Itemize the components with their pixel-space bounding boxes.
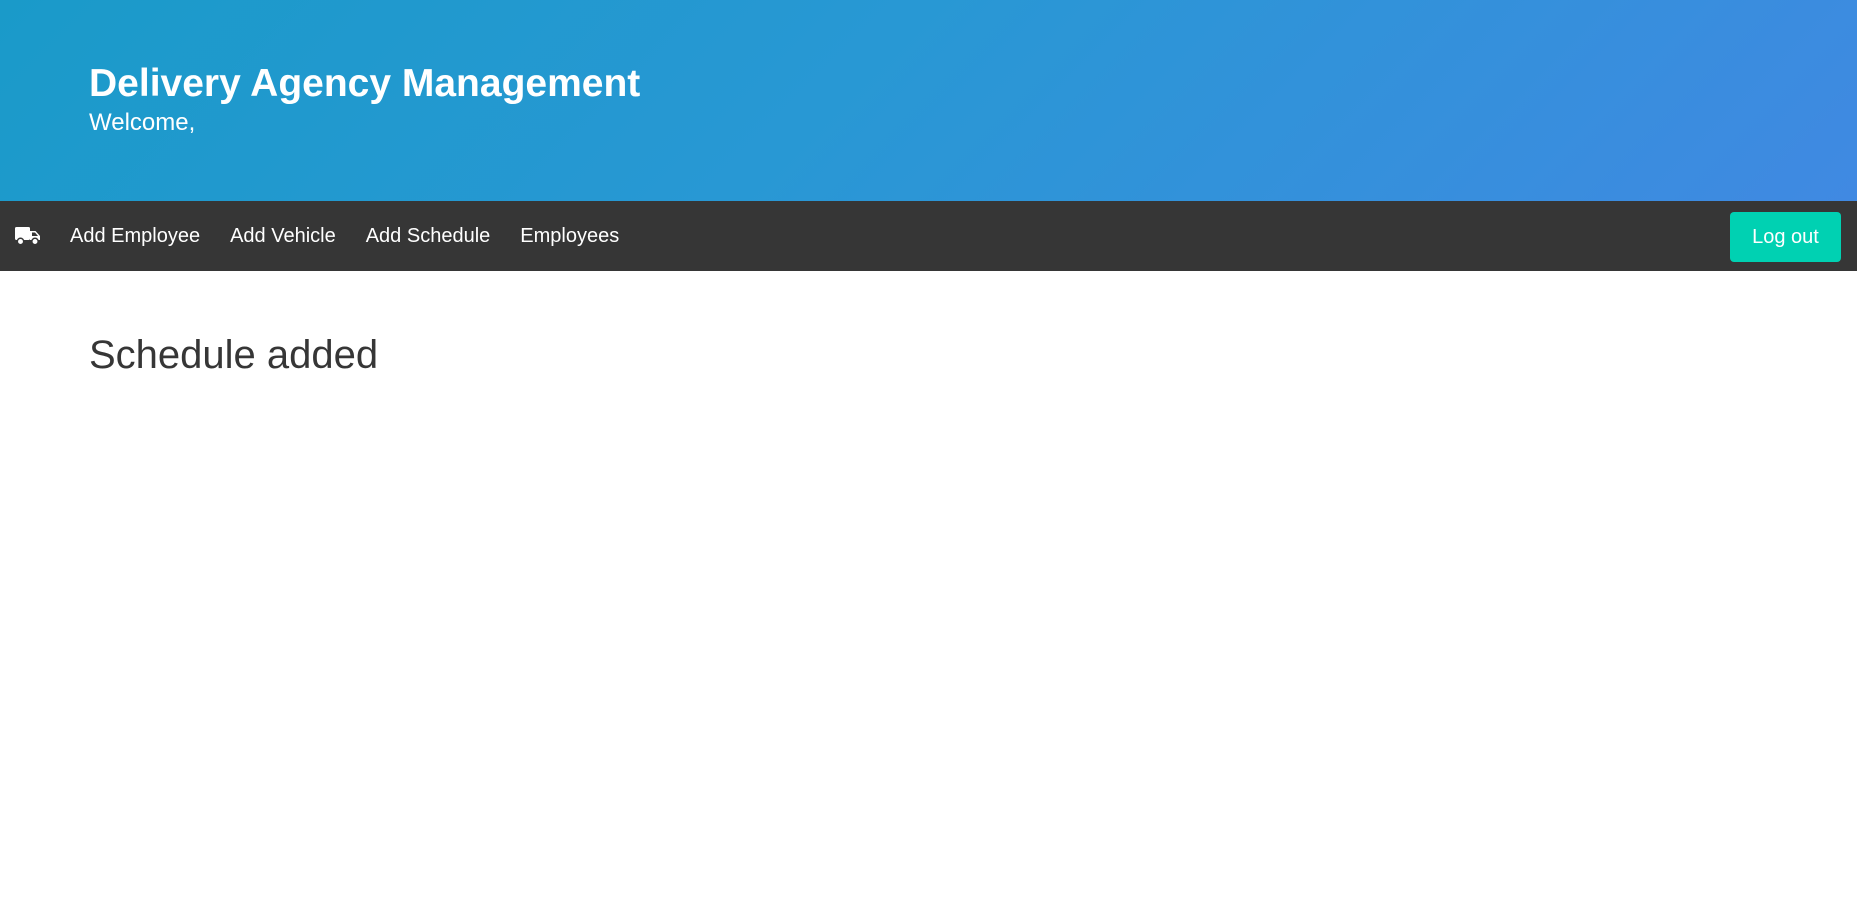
truck-icon: [15, 225, 41, 247]
welcome-subtitle: Welcome,: [89, 109, 196, 136]
nav-menu: Add Employee Add Vehicle Add Schedule Em…: [56, 201, 634, 271]
main-navbar: Add Employee Add Vehicle Add Schedule Em…: [0, 201, 1857, 271]
page-title: Schedule added: [89, 333, 379, 377]
nav-employees[interactable]: Employees: [505, 201, 634, 271]
brand-home-link[interactable]: [0, 201, 56, 271]
app-title: Delivery Agency Management: [89, 62, 641, 105]
nav-add-employee[interactable]: Add Employee: [56, 201, 215, 271]
nav-add-schedule[interactable]: Add Schedule: [351, 201, 506, 271]
hero-header: Delivery Agency Management Welcome,: [0, 0, 1857, 201]
logout-button[interactable]: Log out: [1730, 212, 1841, 262]
hero-text: Delivery Agency Management Welcome,: [89, 60, 640, 138]
main-content: Schedule added: [0, 271, 1857, 379]
nav-add-vehicle[interactable]: Add Vehicle: [215, 201, 351, 271]
